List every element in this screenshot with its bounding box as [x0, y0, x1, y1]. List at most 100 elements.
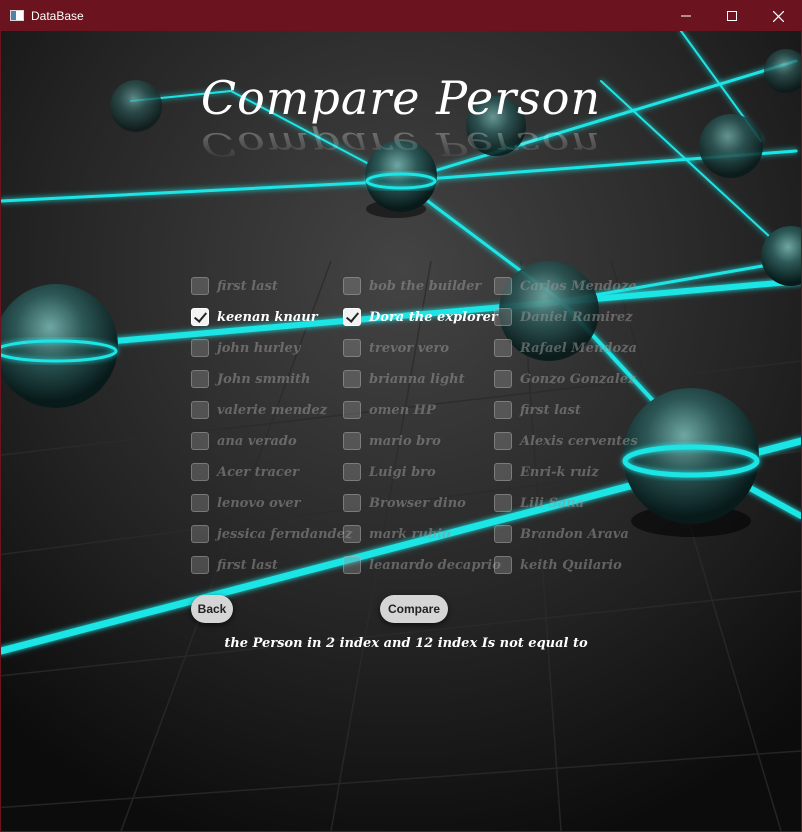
person-checkbox[interactable]: Brandon Arava [494, 523, 629, 545]
checkbox-checked-icon[interactable] [191, 308, 209, 326]
window-title: DataBase [31, 9, 84, 23]
person-checkbox-label: first last [217, 557, 278, 573]
person-checkbox[interactable]: keith Quilario [494, 554, 622, 576]
person-checkbox[interactable]: first last [191, 275, 278, 297]
person-checkbox-label: Gonzo Gonzalez [520, 371, 636, 387]
person-checkbox-label: trevor vero [369, 340, 450, 356]
person-checkbox[interactable]: Browser dino [343, 492, 466, 514]
checkbox-unchecked-icon[interactable] [494, 463, 512, 481]
person-checkbox-label: jessica ferndandez [217, 526, 353, 542]
person-checkbox-label: Carlos Mendoza [520, 278, 637, 294]
person-checkbox[interactable]: brianna light [343, 368, 465, 390]
person-checkbox-label: brianna light [369, 371, 465, 387]
person-checkbox-label: bob the builder [369, 278, 482, 294]
person-checkbox[interactable]: john hurley [191, 337, 300, 359]
checkbox-unchecked-icon[interactable] [343, 277, 361, 295]
checkbox-unchecked-icon[interactable] [343, 525, 361, 543]
person-checkbox-label: omen HP [369, 402, 436, 418]
checkbox-unchecked-icon[interactable] [191, 432, 209, 450]
person-checkbox-label: Dora the explorer [369, 309, 498, 325]
person-checkbox[interactable]: Enri-k ruiz [494, 461, 599, 483]
person-checkbox[interactable]: Alexis cerventes [494, 430, 638, 452]
person-checkbox[interactable]: first last [191, 554, 278, 576]
person-checkbox-label: leanardo decaprio [369, 557, 501, 573]
checkbox-unchecked-icon[interactable] [191, 370, 209, 388]
person-checkbox[interactable]: Lili Sana [494, 492, 584, 514]
person-checkbox[interactable]: Daniel Ramirez [494, 306, 633, 328]
checkbox-unchecked-icon[interactable] [343, 494, 361, 512]
person-checkbox[interactable]: Carlos Mendoza [494, 275, 637, 297]
main-content: Compare Person Compare Person first last… [1, 31, 801, 831]
person-checkbox[interactable]: mario bro [343, 430, 441, 452]
close-icon [772, 10, 784, 22]
person-checkbox-label: john hurley [217, 340, 301, 356]
checkbox-unchecked-icon[interactable] [494, 494, 512, 512]
compare-button[interactable]: Compare [380, 595, 448, 623]
checkbox-unchecked-icon[interactable] [191, 401, 209, 419]
page-title-reflection: Compare Person [200, 125, 602, 163]
person-checkbox-label: first last [217, 278, 278, 294]
back-button[interactable]: Back [191, 595, 233, 623]
person-checkbox[interactable]: keenan knaur [191, 306, 318, 328]
person-checkbox[interactable]: omen HP [343, 399, 436, 421]
checkbox-unchecked-icon[interactable] [343, 401, 361, 419]
checkbox-unchecked-icon[interactable] [191, 277, 209, 295]
checkbox-unchecked-icon[interactable] [343, 370, 361, 388]
person-checkbox-label: keith Quilario [520, 557, 622, 573]
checkbox-unchecked-icon[interactable] [191, 339, 209, 357]
person-checkbox-label: Lili Sana [520, 495, 585, 511]
person-checkbox[interactable]: bob the builder [343, 275, 481, 297]
person-checkbox-label: Rafael Mendoza [520, 340, 637, 356]
person-checkbox[interactable]: ana verado [191, 430, 297, 452]
person-checkbox-label: Daniel Ramirez [520, 309, 633, 325]
app-window: DataBase Compare Person Compare Person f… [0, 0, 802, 832]
person-checkbox[interactable]: Gonzo Gonzalez [494, 368, 635, 390]
person-checkbox-label: John smmith [217, 371, 311, 387]
person-checkbox-label: Enri-k ruiz [520, 464, 599, 480]
comparison-result-text: the Person in 2 index and 12 index Is no… [224, 636, 588, 651]
person-checkbox[interactable]: valerie mendez [191, 399, 327, 421]
person-checkbox[interactable]: Dora the explorer [343, 306, 498, 328]
maximize-button[interactable] [709, 1, 755, 31]
person-checkbox[interactable]: trevor vero [343, 337, 449, 359]
person-checkbox[interactable]: first last [494, 399, 581, 421]
checkbox-unchecked-icon[interactable] [494, 339, 512, 357]
person-checkbox-label: valerie mendez [217, 402, 327, 418]
checkbox-unchecked-icon[interactable] [191, 525, 209, 543]
title-bar: DataBase [1, 1, 801, 31]
checkbox-unchecked-icon[interactable] [494, 370, 512, 388]
minimize-button[interactable] [663, 1, 709, 31]
app-icon [10, 10, 24, 21]
checkbox-checked-icon[interactable] [343, 308, 361, 326]
checkbox-unchecked-icon[interactable] [494, 432, 512, 450]
person-checkbox[interactable]: John smmith [191, 368, 310, 390]
checkbox-unchecked-icon[interactable] [494, 401, 512, 419]
close-button[interactable] [755, 1, 801, 31]
person-checkbox[interactable]: Rafael Mendoza [494, 337, 637, 359]
checkbox-unchecked-icon[interactable] [494, 308, 512, 326]
person-checkbox[interactable]: jessica ferndandez [191, 523, 352, 545]
person-checkbox-label: keenan knaur [217, 309, 318, 325]
checkbox-unchecked-icon[interactable] [494, 525, 512, 543]
checkbox-unchecked-icon[interactable] [343, 339, 361, 357]
person-checkbox[interactable]: Luigi bro [343, 461, 436, 483]
checkbox-unchecked-icon[interactable] [191, 556, 209, 574]
checkbox-unchecked-icon[interactable] [494, 556, 512, 574]
person-checkbox-label: lenovo over [217, 495, 301, 511]
person-checkbox-label: Luigi bro [369, 464, 436, 480]
person-checkbox[interactable]: lenovo over [191, 492, 300, 514]
checkbox-unchecked-icon[interactable] [343, 463, 361, 481]
person-checkbox[interactable]: Acer tracer [191, 461, 299, 483]
minimize-icon [681, 15, 691, 17]
checkbox-unchecked-icon[interactable] [191, 494, 209, 512]
person-checkbox[interactable]: mark rubio [343, 523, 451, 545]
checkbox-unchecked-icon[interactable] [343, 432, 361, 450]
person-checkbox-label: Acer tracer [217, 464, 299, 480]
person-checkbox[interactable]: leanardo decaprio [343, 554, 501, 576]
person-checkbox-label: ana verado [217, 433, 297, 449]
checkbox-unchecked-icon[interactable] [494, 277, 512, 295]
person-checkbox-label: Browser dino [369, 495, 466, 511]
person-checkbox-label: mario bro [369, 433, 441, 449]
checkbox-unchecked-icon[interactable] [191, 463, 209, 481]
checkbox-unchecked-icon[interactable] [343, 556, 361, 574]
